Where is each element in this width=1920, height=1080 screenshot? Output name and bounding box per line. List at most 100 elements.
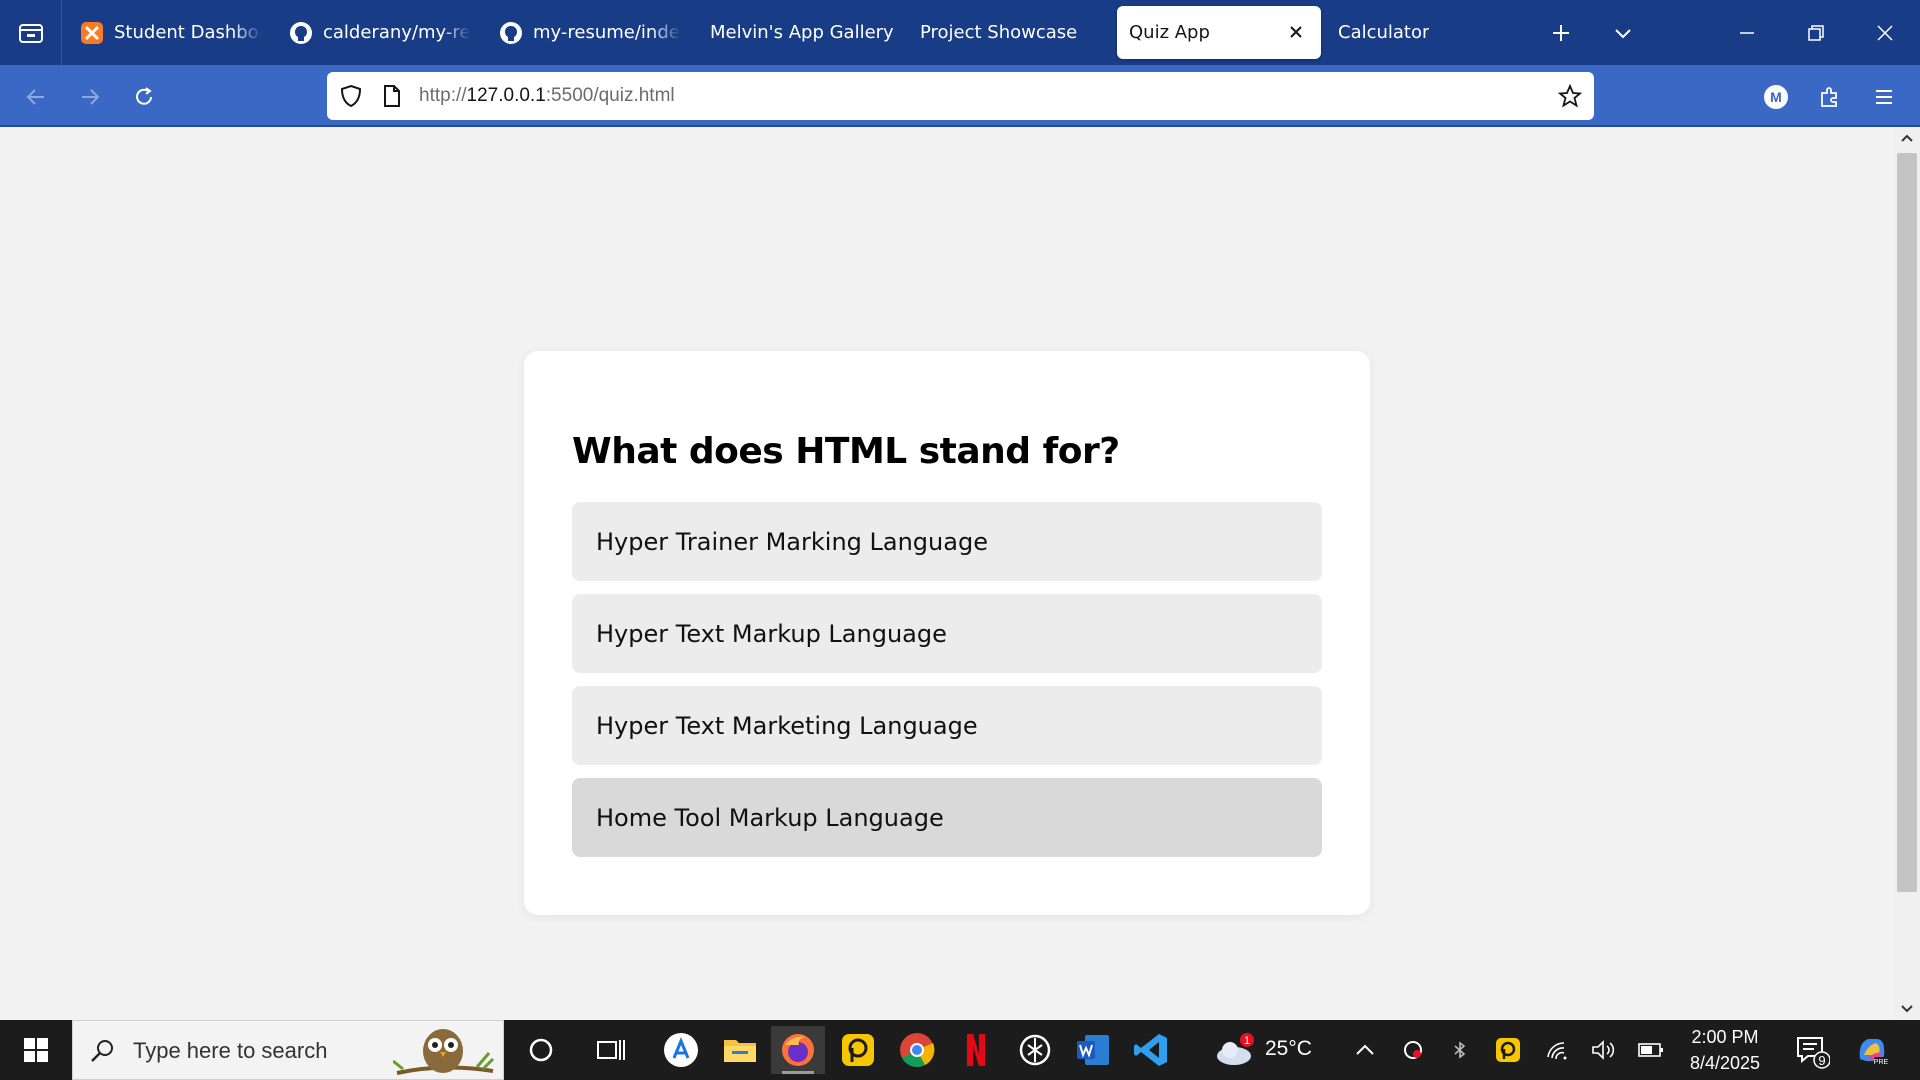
- action-center-button[interactable]: 9: [1792, 1020, 1832, 1080]
- cloud-weather-icon: 1: [1217, 1033, 1254, 1065]
- hamburger-menu-icon: [1876, 90, 1892, 104]
- scroll-down-icon[interactable]: [1894, 998, 1920, 1020]
- tab-melvins-app-gallery[interactable]: Melvin's App Gallery: [710, 6, 900, 59]
- restore-button[interactable]: [1798, 15, 1834, 51]
- file-explorer-icon[interactable]: [713, 1026, 767, 1074]
- search-icon: [89, 1037, 117, 1069]
- notification-count: 9: [1818, 1053, 1825, 1068]
- url-path: :5500/quiz.html: [545, 85, 675, 106]
- back-button[interactable]: [16, 77, 56, 117]
- arrow-left-icon: [26, 89, 44, 105]
- task-view-icon[interactable]: [584, 1026, 638, 1074]
- tab-student-dashboard[interactable]: Student Dashboard: [80, 6, 262, 59]
- clock-date: 8/4/2025: [1689, 1053, 1761, 1073]
- question-text: What does HTML stand for?: [572, 431, 1120, 472]
- url-host: 127.0.0.1: [466, 85, 546, 106]
- scrollbar-thumb[interactable]: [1897, 153, 1917, 892]
- page-icon[interactable]: [381, 84, 403, 112]
- weather-alert-count: 1: [1244, 1035, 1250, 1047]
- vertical-scrollbar[interactable]: [1894, 127, 1920, 1020]
- search-placeholder: Type here to search: [133, 1038, 328, 1063]
- vscode-icon[interactable]: [1124, 1026, 1178, 1074]
- account-avatar-icon: M: [1764, 85, 1788, 109]
- bluetooth-tray-icon[interactable]: [1445, 1020, 1475, 1080]
- owl-illustration-icon: [392, 1023, 497, 1080]
- tab-calderany-my-resume[interactable]: calderany/my-resume: [289, 6, 471, 59]
- answer-button[interactable]: Hyper Text Marketing Language: [572, 686, 1322, 765]
- sync-icon[interactable]: [1398, 1020, 1428, 1080]
- scroll-up-icon[interactable]: [1894, 127, 1920, 149]
- answer-button[interactable]: Hyper Text Markup Language: [572, 594, 1322, 673]
- copilot-icon[interactable]: PRE: [1850, 1020, 1894, 1080]
- volume-icon[interactable]: [1588, 1020, 1620, 1080]
- url-text[interactable]: http://127.0.0.1:5500/quiz.html: [419, 85, 675, 107]
- account-button[interactable]: M: [1756, 77, 1796, 117]
- restore-icon: [1808, 25, 1824, 41]
- account-initial: M: [1770, 89, 1782, 105]
- tab-title: Project Showcase: [920, 22, 1078, 43]
- tab-title: Calculator: [1338, 22, 1430, 43]
- firefox-view-icon: [18, 23, 43, 43]
- answer-button-hovered[interactable]: Home Tool Markup Language: [572, 778, 1322, 857]
- list-all-tabs-button[interactable]: [1605, 15, 1641, 51]
- clock-time: 2:00 PM: [1691, 1027, 1759, 1047]
- tab-quiz-app[interactable]: Quiz App: [1117, 6, 1321, 59]
- quiz-card: What does HTML stand for? Hyper Trainer …: [524, 351, 1370, 915]
- page-viewport: What does HTML stand for? Hyper Trainer …: [0, 127, 1894, 1020]
- tab-my-resume-index[interactable]: my-resume/index.html: [499, 6, 681, 59]
- windows-logo-icon: [24, 1038, 48, 1062]
- github-icon: [289, 21, 313, 45]
- tab-project-showcase[interactable]: Project Showcase: [920, 6, 1100, 59]
- forward-button[interactable]: [70, 77, 110, 117]
- close-tab-icon[interactable]: [1285, 21, 1307, 43]
- address-bar[interactable]: http://127.0.0.1:5500/quiz.html: [327, 72, 1594, 120]
- answer-button[interactable]: Hyper Trainer Marking Language: [572, 502, 1322, 581]
- word-icon[interactable]: [1066, 1026, 1120, 1074]
- chevron-down-icon: [1615, 29, 1631, 39]
- show-hidden-icons-chevron-up-icon[interactable]: [1350, 1020, 1380, 1080]
- svg-text:PRE: PRE: [1874, 1059, 1889, 1066]
- app-store-icon[interactable]: [654, 1026, 708, 1074]
- reload-icon: [136, 87, 152, 105]
- menu-button[interactable]: [1864, 77, 1904, 117]
- xampp-icon: [80, 21, 104, 45]
- tab-title: Student Dashboard: [114, 22, 262, 43]
- extensions-button[interactable]: [1810, 77, 1850, 117]
- minimize-icon: [1740, 32, 1754, 34]
- tab-title: Melvin's App Gallery: [710, 22, 894, 43]
- start-button[interactable]: [0, 1020, 72, 1080]
- firefox-view-button[interactable]: [0, 0, 62, 65]
- chatgpt-icon[interactable]: [1008, 1026, 1062, 1074]
- minimize-button[interactable]: [1729, 15, 1765, 51]
- navigation-bar: http://127.0.0.1:5500/quiz.html M: [0, 65, 1920, 127]
- tab-title: calderany/my-resume: [323, 22, 471, 43]
- wifi-icon[interactable]: [1541, 1020, 1573, 1080]
- netflix-icon[interactable]: [949, 1026, 1003, 1074]
- bookmark-star-icon[interactable]: [1557, 83, 1583, 112]
- windows-taskbar: Type here to search 1 25°C 2:00 PM 8/4/2…: [0, 1020, 1920, 1080]
- close-icon: [1877, 25, 1893, 41]
- cortana-icon[interactable]: [514, 1026, 568, 1074]
- github-icon: [499, 21, 523, 45]
- active-app-indicator: [782, 1071, 814, 1074]
- close-window-button[interactable]: [1867, 15, 1903, 51]
- plus-icon: [1553, 25, 1569, 41]
- tab-title: Quiz App: [1129, 22, 1210, 43]
- weather-temperature[interactable]: 25°C: [1265, 1037, 1312, 1061]
- chrome-icon[interactable]: [890, 1026, 944, 1074]
- taskbar-search-box[interactable]: Type here to search: [72, 1020, 504, 1080]
- taskbar-clock[interactable]: 2:00 PM 8/4/2025: [1680, 1024, 1770, 1076]
- url-prefix: http://: [419, 85, 467, 106]
- firefox-icon[interactable]: [771, 1026, 825, 1074]
- new-tab-button[interactable]: [1543, 15, 1579, 51]
- remote-app-icon[interactable]: [831, 1026, 885, 1074]
- shield-icon[interactable]: [339, 84, 363, 112]
- tab-calculator[interactable]: Calculator: [1338, 6, 1468, 59]
- arrow-right-icon: [82, 89, 100, 105]
- puzzle-icon: [1821, 87, 1837, 107]
- reload-button[interactable]: [124, 77, 164, 117]
- tab-title: my-resume/index.html: [533, 22, 681, 43]
- battery-icon[interactable]: [1634, 1020, 1668, 1080]
- weather-widget[interactable]: 1: [1210, 1020, 1260, 1080]
- remote-app-tray-icon[interactable]: [1492, 1020, 1524, 1080]
